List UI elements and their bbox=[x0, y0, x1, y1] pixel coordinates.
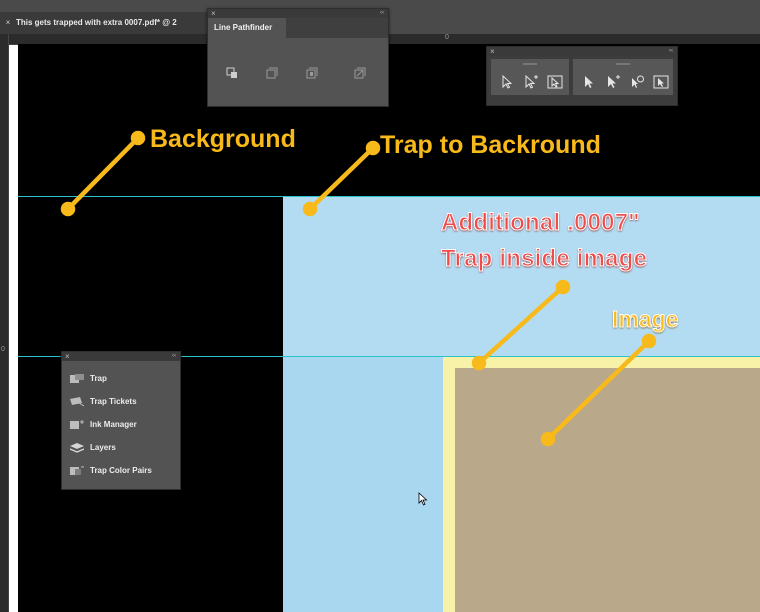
annotation-trap-to-background: Trap to Backround bbox=[380, 131, 601, 159]
selection-tools-panel: × ‹‹ bbox=[486, 46, 678, 106]
collapse-panel-icon[interactable]: ‹‹ bbox=[172, 352, 176, 361]
acrobat-trap-workspace: × This gets trapped with extra 0007.pdf* … bbox=[0, 0, 760, 612]
panel-header[interactable]: × ‹‹ bbox=[487, 47, 677, 56]
panel-item-label: Trap Tickets bbox=[90, 397, 137, 406]
annotation-image: Image bbox=[611, 306, 679, 333]
panel-item-label: Layers bbox=[90, 443, 116, 452]
filled-arrow-icon[interactable] bbox=[581, 75, 597, 89]
filled-arrow-plus-icon[interactable] bbox=[605, 75, 621, 89]
trap-color-pairs-icon bbox=[70, 466, 84, 475]
hollow-arrow-icon[interactable] bbox=[499, 75, 515, 89]
panel-header[interactable]: × ‹‹ bbox=[62, 352, 180, 361]
pointer-additional-trap bbox=[476, 284, 566, 366]
close-panel-icon[interactable]: × bbox=[65, 352, 70, 361]
annotation-additional-line2: Trap inside image bbox=[440, 245, 648, 273]
pointer-additional-dot-end bbox=[555, 279, 571, 295]
mouse-cursor-icon bbox=[418, 492, 428, 506]
drag-grip[interactable] bbox=[523, 63, 537, 65]
trap-tickets-icon bbox=[70, 397, 84, 407]
close-panel-icon[interactable]: × bbox=[490, 47, 495, 56]
pointer-background-dot-end bbox=[130, 130, 146, 146]
pointer-image-dot-end bbox=[641, 333, 657, 349]
pointer-trap-dot-end bbox=[365, 140, 381, 156]
pointer-image-dot-start bbox=[540, 431, 556, 447]
annotation-additional-line1: Additional .0007" bbox=[441, 209, 641, 237]
ink-manager-icon bbox=[70, 420, 84, 429]
panel-item-label: Trap Color Pairs bbox=[90, 466, 152, 475]
pointer-image bbox=[545, 338, 652, 442]
pointer-background bbox=[65, 135, 141, 212]
pathfinder-subtract-icon[interactable] bbox=[266, 67, 278, 79]
pointer-additional-dot-start bbox=[471, 355, 487, 371]
collapse-panel-icon[interactable]: ‹‹ bbox=[669, 47, 673, 56]
close-panel-icon[interactable]: × bbox=[211, 9, 216, 18]
tab-line-pathfinder[interactable]: Line Pathfinder bbox=[208, 18, 286, 38]
panel-item-trap-tickets[interactable]: Trap Tickets bbox=[62, 390, 180, 413]
panel-item-layers[interactable]: Layers bbox=[62, 436, 180, 459]
pointer-trap-dot-start bbox=[302, 201, 318, 217]
panel-item-trap-color-pairs[interactable]: Trap Color Pairs bbox=[62, 459, 180, 482]
filled-select-box-icon[interactable] bbox=[653, 75, 669, 89]
hollow-select-box-icon[interactable] bbox=[547, 75, 563, 89]
line-pathfinder-panel: × ‹‹ Line Pathfinder bbox=[207, 8, 389, 107]
panel-item-label: Trap bbox=[90, 374, 107, 383]
trap-tools-panel: × ‹‹ Trap Trap Tickets Ink Manager Layer… bbox=[61, 351, 181, 490]
trap-tools-list: Trap Trap Tickets Ink Manager Layers Tra… bbox=[62, 361, 180, 482]
panel-header[interactable]: × ‹‹ bbox=[208, 9, 388, 18]
hollow-arrow-plus-icon[interactable] bbox=[523, 75, 539, 89]
panel-item-ink-manager[interactable]: Ink Manager bbox=[62, 413, 180, 436]
annotation-background: Background bbox=[150, 125, 296, 153]
panel-item-label: Ink Manager bbox=[90, 420, 137, 429]
pathfinder-intersect-icon[interactable] bbox=[306, 67, 318, 79]
filled-lasso-icon[interactable] bbox=[629, 75, 645, 89]
pathfinder-add-icon[interactable] bbox=[226, 67, 238, 79]
filled-tool-group bbox=[573, 59, 673, 95]
hollow-tool-group bbox=[491, 59, 569, 95]
pointer-background-dot-start bbox=[60, 201, 76, 217]
collapse-panel-icon[interactable]: ‹‹ bbox=[380, 9, 384, 18]
pointer-trap-to-background bbox=[307, 145, 376, 212]
trap-icon bbox=[70, 374, 84, 383]
pathfinder-exclude-icon[interactable] bbox=[354, 67, 366, 79]
panel-item-trap[interactable]: Trap bbox=[62, 367, 180, 390]
layers-icon bbox=[70, 443, 84, 453]
drag-grip[interactable] bbox=[616, 63, 630, 65]
